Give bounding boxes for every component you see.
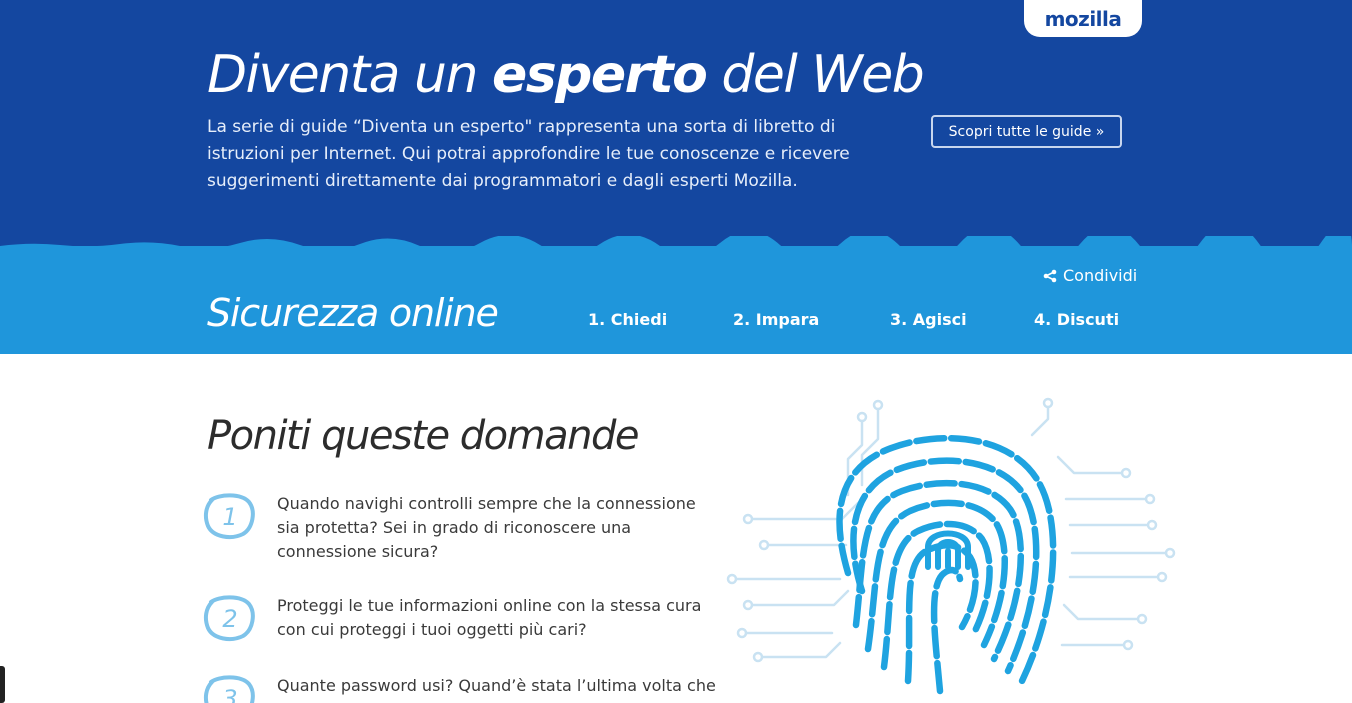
question-text-2: Proteggi le tue informazioni online con … <box>277 596 702 639</box>
number-two-icon: 2 <box>203 595 255 642</box>
nav-chiedi[interactable]: 1. Chiedi <box>588 310 667 329</box>
number-three-icon: 3 <box>203 675 255 703</box>
share-icon <box>1043 269 1057 282</box>
section-title: Poniti queste domande <box>207 413 639 459</box>
question-item-2: 2 Proteggi le tue informazioni online co… <box>203 594 723 654</box>
question-text-3: Quante password usi? Quand’è stata l’ult… <box>277 676 716 703</box>
share-label: Condividi <box>1063 266 1138 285</box>
question-item-1: 1 Quando navighi controlli sempre che la… <box>203 492 723 572</box>
guide-title: Sicurezza online <box>207 291 499 335</box>
share-button[interactable]: Condividi <box>1043 266 1137 285</box>
fingerprint-circuit-icon <box>726 397 1176 695</box>
number-one-label: 1 <box>222 503 237 531</box>
number-three-label: 3 <box>222 685 237 703</box>
title-prefix: Diventa un <box>207 45 492 105</box>
page-title: Diventa un esperto del Web <box>207 42 925 108</box>
hero-description: La serie di guide “Diventa un esperto" r… <box>207 117 850 191</box>
nav-agisci[interactable]: 3. Agisci <box>890 310 967 329</box>
nav-impara[interactable]: 2. Impara <box>733 310 819 329</box>
question-text-1: Quando navighi controlli sempre che la c… <box>277 494 696 561</box>
number-two-label: 2 <box>222 605 237 633</box>
mozilla-logo[interactable]: mozilla <box>1024 0 1142 37</box>
scroll-handle[interactable] <box>0 666 5 703</box>
title-emphasis: esperto <box>491 45 708 105</box>
title-suffix: del Web <box>706 45 924 105</box>
question-item-3: 3 Quante password usi? Quand’è stata l’u… <box>203 674 723 703</box>
number-one-icon: 1 <box>203 493 255 540</box>
nav-discuti[interactable]: 4. Discuti <box>1034 310 1119 329</box>
guide-subnav-bar: Condividi Sicurezza online 1. Chiedi 2. … <box>0 246 1352 354</box>
all-guides-button[interactable]: Scopri tutte le guide » <box>931 115 1122 148</box>
hero-banner: mozilla Diventa un esperto del Web La se… <box>0 0 1352 250</box>
